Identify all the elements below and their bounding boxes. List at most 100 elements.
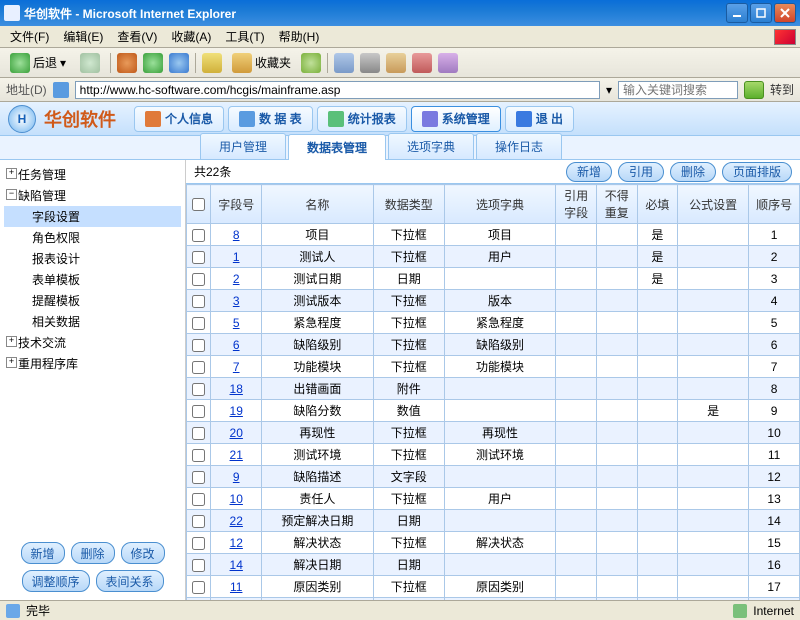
row-checkbox[interactable] (192, 427, 205, 440)
sidebar-delete-button[interactable]: 删除 (71, 542, 115, 564)
favorites-button[interactable]: 收藏夹 (228, 51, 295, 75)
menu-favorites[interactable]: 收藏(A) (165, 26, 217, 47)
back-button[interactable]: 后退▾ (6, 51, 70, 75)
tree-node-缺陷管理[interactable]: 缺陷管理 (4, 185, 181, 206)
row-checkbox[interactable] (192, 581, 205, 594)
add-button[interactable]: 新增 (566, 162, 612, 182)
field-number-link[interactable]: 9 (211, 466, 262, 488)
quote-button[interactable]: 引用 (618, 162, 664, 182)
col-header[interactable]: 字段号 (211, 185, 262, 224)
row-checkbox[interactable] (192, 383, 205, 396)
select-all-checkbox[interactable] (192, 198, 205, 211)
row-checkbox[interactable] (192, 515, 205, 528)
row-checkbox-cell[interactable] (187, 312, 211, 334)
row-checkbox-cell[interactable] (187, 510, 211, 532)
row-checkbox-cell[interactable] (187, 532, 211, 554)
field-number-link[interactable]: 21 (211, 444, 262, 466)
field-number-link[interactable]: 3 (211, 290, 262, 312)
home-icon[interactable] (169, 53, 189, 73)
menu-help[interactable]: 帮助(H) (273, 26, 326, 47)
research-icon[interactable] (438, 53, 458, 73)
row-checkbox-cell[interactable] (187, 246, 211, 268)
col-header[interactable]: 必填 (637, 185, 678, 224)
history-icon[interactable] (301, 53, 321, 73)
menu-view[interactable]: 查看(V) (111, 26, 163, 47)
tree-child-相关数据[interactable]: 相关数据 (4, 311, 181, 332)
field-number-link[interactable]: 14 (211, 554, 262, 576)
nav-退出[interactable]: 退 出 (505, 106, 574, 132)
sidebar-add-button[interactable]: 新增 (21, 542, 65, 564)
row-checkbox[interactable] (192, 361, 205, 374)
col-header[interactable]: 公式设置 (678, 185, 749, 224)
field-number-link[interactable]: 10 (211, 488, 262, 510)
minimize-button[interactable] (726, 3, 748, 23)
row-checkbox[interactable] (192, 449, 205, 462)
row-checkbox[interactable] (192, 295, 205, 308)
row-checkbox-cell[interactable] (187, 466, 211, 488)
delete-button[interactable]: 删除 (670, 162, 716, 182)
menu-file[interactable]: 文件(F) (4, 26, 55, 47)
nav-统计报表[interactable]: 统计报表 (317, 106, 407, 132)
field-number-link[interactable]: 11 (211, 576, 262, 598)
row-checkbox-cell[interactable] (187, 488, 211, 510)
row-checkbox[interactable] (192, 493, 205, 506)
field-number-link[interactable]: 5 (211, 312, 262, 334)
nav-系统管理[interactable]: 系统管理 (411, 106, 501, 132)
menu-edit[interactable]: 编辑(E) (57, 26, 109, 47)
print-icon[interactable] (360, 53, 380, 73)
go-button[interactable] (744, 81, 764, 99)
subtab-操作日志[interactable]: 操作日志 (476, 133, 562, 159)
row-checkbox[interactable] (192, 251, 205, 264)
col-header[interactable]: 选项字典 (444, 185, 556, 224)
col-header[interactable]: 不得重复 (596, 185, 637, 224)
field-number-link[interactable]: 20 (211, 422, 262, 444)
stop-icon[interactable] (117, 53, 137, 73)
close-button[interactable] (774, 3, 796, 23)
col-header[interactable] (187, 185, 211, 224)
nav-个人信息[interactable]: 个人信息 (134, 106, 224, 132)
subtab-数据表管理[interactable]: 数据表管理 (288, 134, 386, 160)
row-checkbox-cell[interactable] (187, 400, 211, 422)
sidebar-order-button[interactable]: 调整顺序 (22, 570, 90, 592)
row-checkbox-cell[interactable] (187, 268, 211, 290)
messenger-icon[interactable] (412, 53, 432, 73)
mail-icon[interactable] (334, 53, 354, 73)
tree-node-技术交流[interactable]: 技术交流 (4, 332, 181, 353)
row-checkbox-cell[interactable] (187, 576, 211, 598)
field-number-link[interactable]: 22 (211, 510, 262, 532)
field-number-link[interactable]: 7 (211, 356, 262, 378)
row-checkbox[interactable] (192, 317, 205, 330)
row-checkbox-cell[interactable] (187, 554, 211, 576)
tree-node-重用程序库[interactable]: 重用程序库 (4, 353, 181, 374)
sidebar-relation-button[interactable]: 表间关系 (96, 570, 164, 592)
col-header[interactable]: 引用字段 (556, 185, 597, 224)
search-input[interactable] (618, 81, 738, 99)
row-checkbox-cell[interactable] (187, 334, 211, 356)
col-header[interactable]: 顺序号 (749, 185, 800, 224)
row-checkbox[interactable] (192, 559, 205, 572)
col-header[interactable]: 数据类型 (373, 185, 444, 224)
tree-child-报表设计[interactable]: 报表设计 (4, 248, 181, 269)
nav-数据表[interactable]: 数 据 表 (228, 106, 313, 132)
subtab-用户管理[interactable]: 用户管理 (200, 133, 286, 159)
row-checkbox-cell[interactable] (187, 290, 211, 312)
row-checkbox-cell[interactable] (187, 378, 211, 400)
row-checkbox[interactable] (192, 273, 205, 286)
layout-button[interactable]: 页面排版 (722, 162, 792, 182)
field-number-link[interactable]: 6 (211, 334, 262, 356)
maximize-button[interactable] (750, 3, 772, 23)
row-checkbox[interactable] (192, 339, 205, 352)
chevron-down-icon[interactable]: ▾ (606, 83, 612, 97)
row-checkbox-cell[interactable] (187, 224, 211, 246)
sidebar-modify-button[interactable]: 修改 (121, 542, 165, 564)
menu-tools[interactable]: 工具(T) (219, 26, 270, 47)
tree-node-任务管理[interactable]: 任务管理 (4, 164, 181, 185)
row-checkbox[interactable] (192, 471, 205, 484)
col-header[interactable]: 名称 (262, 185, 374, 224)
row-checkbox[interactable] (192, 537, 205, 550)
forward-button[interactable] (76, 51, 104, 75)
tree-child-字段设置[interactable]: 字段设置 (4, 206, 181, 227)
row-checkbox-cell[interactable] (187, 422, 211, 444)
search-icon[interactable] (202, 53, 222, 73)
field-number-link[interactable]: 8 (211, 224, 262, 246)
